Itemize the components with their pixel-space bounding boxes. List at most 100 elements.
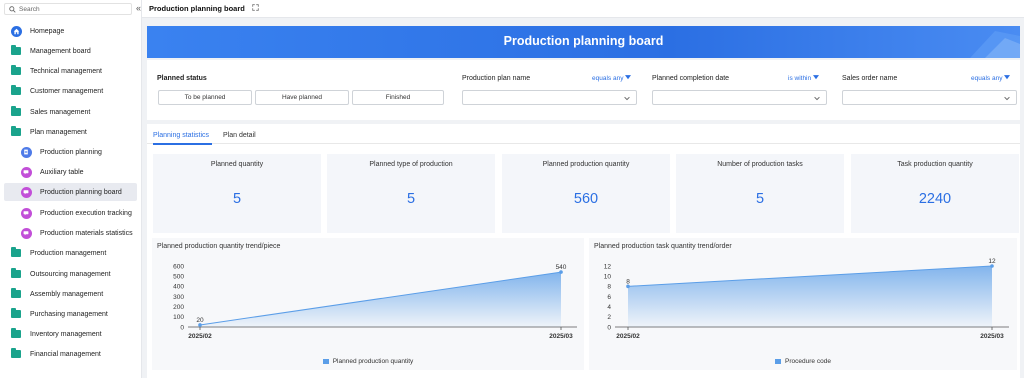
sidebar-item-production-execution-tracking[interactable]: Production execution tracking	[4, 204, 137, 222]
home-icon	[10, 25, 22, 37]
y-tick-label: 200	[173, 304, 184, 311]
status-have-planned-button[interactable]: Have planned	[255, 90, 349, 105]
y-tick-label: 8	[607, 284, 611, 291]
folder-icon	[11, 85, 21, 95]
tab-bar: Planning statistics Plan detail	[147, 124, 1020, 145]
sales-order-select[interactable]	[842, 90, 1017, 105]
folder-icon	[11, 65, 21, 75]
data-label: 12	[988, 258, 996, 265]
caret-down-icon	[812, 75, 819, 80]
sidebar-item-label: Production planning	[40, 148, 102, 156]
sidebar-item-label: Technical management	[30, 67, 102, 75]
page-tab-title[interactable]: Production planning board	[149, 4, 245, 13]
x-tick-label: 2025/03	[980, 333, 1004, 340]
sidebar-item-label: Plan management	[30, 128, 87, 136]
folder-icon	[11, 247, 21, 257]
data-label: 8	[626, 278, 630, 285]
sidebar-item-label: Financial management	[30, 350, 101, 358]
tab-plan-detail[interactable]: Plan detail	[223, 132, 256, 139]
sidebar-item-label: Assembly management	[30, 290, 104, 298]
stat-value: 5	[755, 191, 765, 207]
data-label: 540	[556, 264, 567, 271]
stat-value: 560	[573, 191, 599, 207]
y-tick-label: 300	[173, 294, 184, 301]
chevron-down-icon	[1004, 96, 1010, 101]
stat-value: 5	[232, 191, 242, 207]
stat-value: 2240	[918, 191, 952, 207]
sidebar-item-label: Inventory management	[30, 330, 102, 338]
tab-planning-statistics[interactable]: Planning statistics	[153, 132, 209, 139]
folder-icon	[11, 348, 21, 358]
sidebar-item-purchasing-management[interactable]: Purchasing management	[4, 305, 137, 323]
plan-name-operator[interactable]: equals any	[592, 75, 632, 82]
sidebar-item-label: Production materials statistics	[40, 229, 133, 237]
chat-icon	[20, 186, 32, 198]
sidebar-item-financial-management[interactable]: Financial management	[4, 345, 137, 363]
y-tick-label: 0	[180, 324, 184, 331]
sidebar-item-technical-management[interactable]: Technical management	[4, 62, 137, 80]
sidebar-item-assembly-management[interactable]: Assembly management	[4, 285, 137, 303]
page-banner: Production planning board	[147, 26, 1020, 58]
sidebar: Search « Homepage Management board Techn…	[0, 0, 142, 378]
active-tab-indicator	[153, 143, 212, 145]
stat-card: Planned quantity 5	[153, 154, 321, 233]
y-tick-label: 10	[604, 273, 612, 280]
sidebar-item-outsourcing-management[interactable]: Outsourcing management	[4, 265, 137, 283]
chart-plot: 0 2 4 6 8 10 12 2025/02 2025/03 8 12	[604, 258, 1009, 340]
sales-order-label: Sales order name	[842, 75, 898, 82]
collapse-sidebar-icon[interactable]: «	[136, 4, 141, 13]
sidebar-item-sales-management[interactable]: Sales management	[4, 103, 137, 121]
completion-date-label: Planned completion date	[652, 75, 730, 82]
chat-icon	[20, 207, 32, 219]
sidebar-item-auxiliary-table[interactable]: Auxiliary table	[4, 163, 137, 181]
chevron-down-icon	[814, 96, 820, 101]
chat-icon	[20, 166, 32, 178]
sidebar-item-production-planning-board[interactable]: Production planning board	[4, 183, 137, 201]
stat-label: Task production quantity	[897, 161, 973, 168]
x-tick-label: 2025/03	[549, 333, 573, 340]
sidebar-item-label: Sales management	[30, 108, 91, 116]
stat-label: Planned production quantity	[542, 161, 630, 168]
chat-icon	[20, 227, 32, 239]
sidebar-item-label: Auxiliary table	[40, 168, 84, 176]
status-to-be-planned-button[interactable]: To be planned	[158, 90, 252, 105]
sidebar-item-plan-management[interactable]: Plan management	[4, 123, 137, 141]
search-placeholder: Search	[19, 5, 40, 13]
stat-label: Planned quantity	[210, 161, 264, 168]
status-finished-button[interactable]: Finished	[352, 90, 444, 105]
sidebar-item-customer-management[interactable]: Customer management	[4, 82, 137, 100]
chart-legend[interactable]: Planned production quantity	[152, 358, 584, 365]
stat-card: Planned type of production 5	[327, 154, 495, 233]
sidebar-item-homepage[interactable]: Homepage	[4, 22, 137, 40]
sidebar-item-management-board[interactable]: Management board	[4, 42, 137, 60]
caret-down-icon	[1004, 75, 1011, 80]
sidebar-item-production-planning[interactable]: Production planning	[4, 143, 137, 161]
completion-date-select[interactable]	[652, 90, 827, 105]
sidebar-item-label: Management board	[30, 47, 91, 55]
x-tick-label: 2025/02	[616, 333, 640, 340]
sidebar-item-production-management[interactable]: Production management	[4, 244, 137, 262]
plan-name-select[interactable]	[462, 90, 637, 105]
sidebar-item-inventory-management[interactable]: Inventory management	[4, 325, 137, 343]
stat-card: Task production quantity 2240	[851, 154, 1019, 233]
y-tick-label: 12	[604, 263, 612, 270]
folder-icon	[11, 126, 21, 136]
sales-order-operator[interactable]: equals any	[971, 75, 1011, 82]
stat-label: Number of production tasks	[717, 161, 803, 168]
sidebar-item-production-materials-statistics[interactable]: Production materials statistics	[4, 224, 137, 242]
sidebar-item-label: Production management	[30, 249, 107, 257]
page-title: Production planning board	[503, 34, 664, 48]
y-tick-label: 600	[173, 263, 184, 270]
y-tick-label: 6	[607, 294, 611, 301]
search-input[interactable]: Search	[4, 3, 132, 15]
folder-icon	[11, 288, 21, 298]
completion-date-operator[interactable]: is within	[788, 75, 819, 82]
banner-decoration-icon	[970, 31, 1020, 58]
filter-panel: Planned status To be planned Have planne…	[147, 60, 1020, 120]
legend-label: Procedure code	[785, 358, 831, 365]
y-tick-label: 0	[607, 324, 611, 331]
folder-icon	[11, 106, 21, 116]
legend-swatch	[322, 358, 329, 364]
fullscreen-icon[interactable]	[252, 4, 259, 13]
chart-legend[interactable]: Procedure code	[589, 358, 1017, 365]
